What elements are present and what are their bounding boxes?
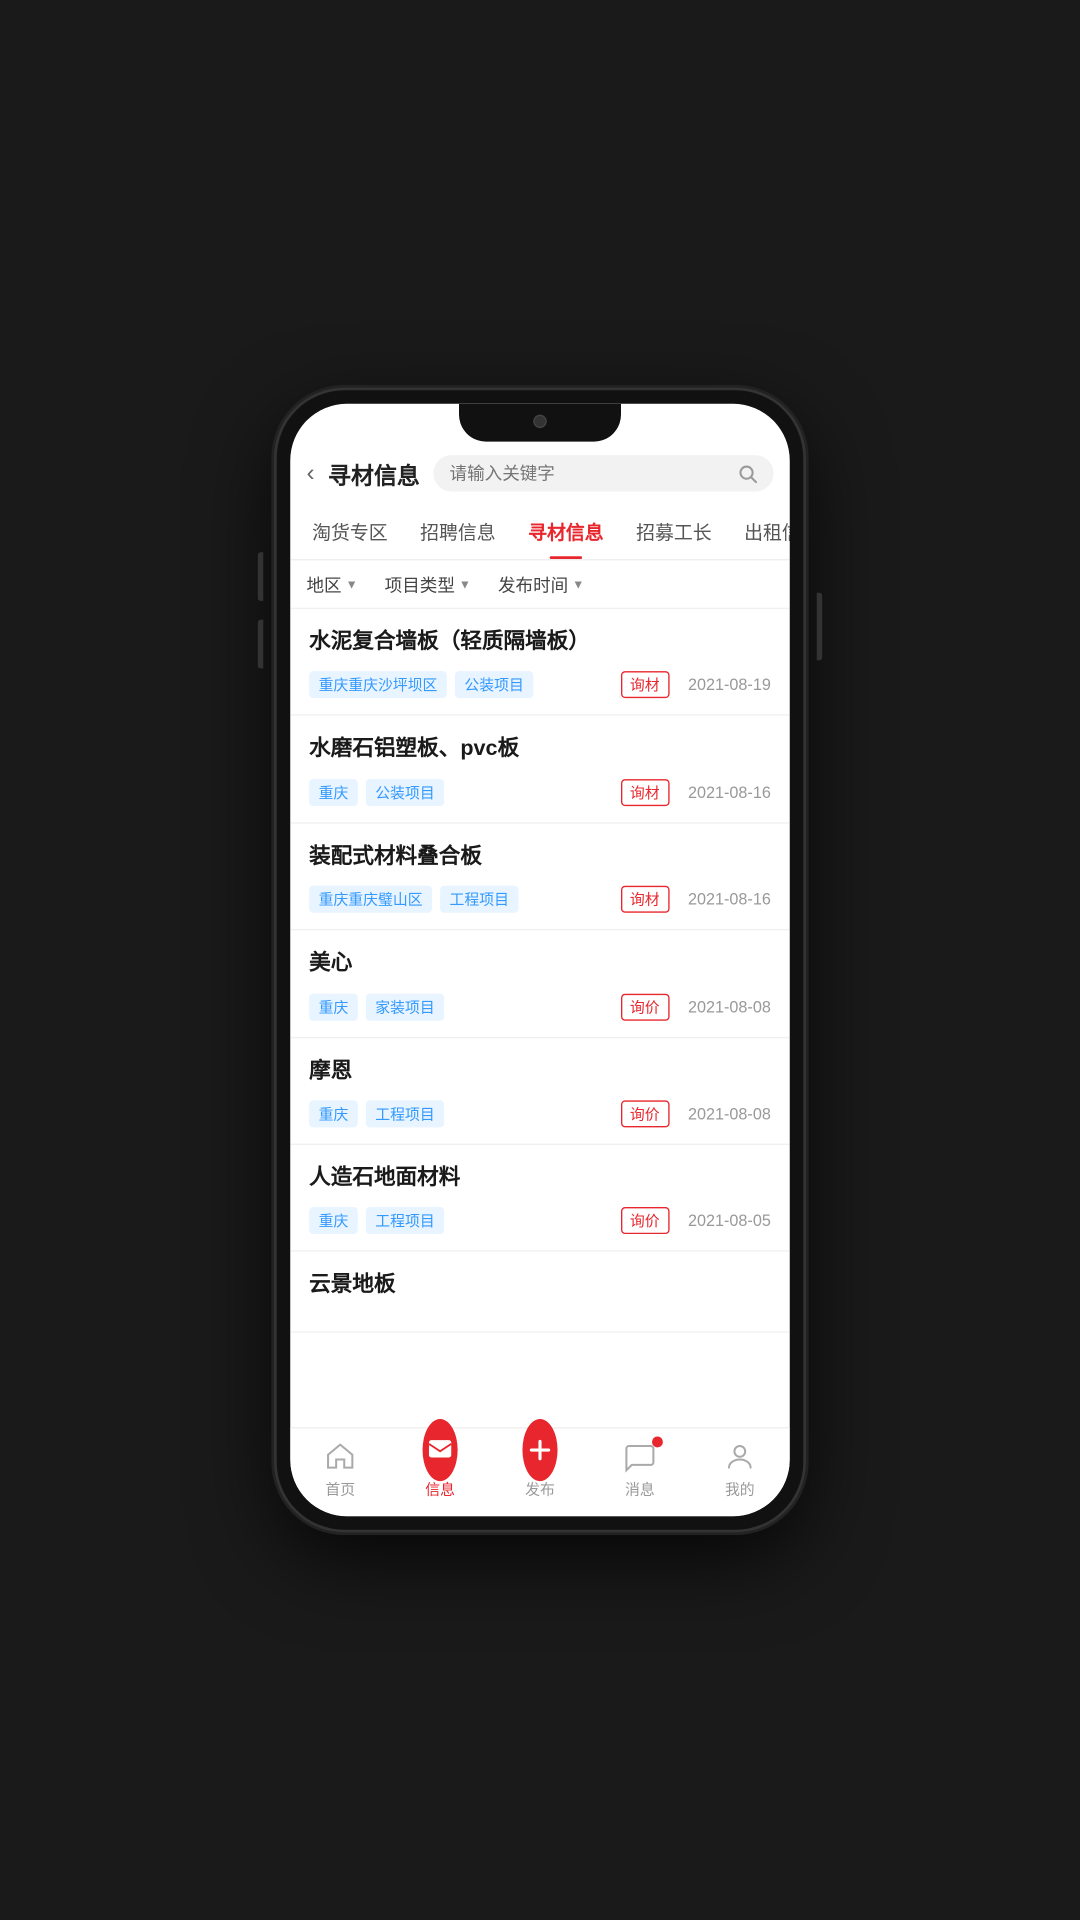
item-meta: 重庆 工程项目 询价 2021-08-05 [309, 1208, 771, 1235]
item-title: 美心 [309, 949, 771, 979]
item-date: 2021-08-16 [688, 890, 771, 909]
tag-type: 家装项目 [366, 993, 444, 1020]
tab-item-xuncaixinxi[interactable]: 寻材信息 [512, 505, 620, 559]
list-item[interactable]: 云景地板 [290, 1252, 790, 1332]
tab-item-chuzuxin[interactable]: 出租信 [728, 505, 790, 559]
item-date: 2021-08-08 [688, 1104, 771, 1123]
status-badge: 询材 [620, 672, 669, 699]
user-icon [722, 1439, 757, 1474]
plus-icon [522, 1439, 557, 1474]
nav-label-info: 信息 [425, 1478, 455, 1500]
tag-location: 重庆重庆璧山区 [309, 886, 432, 913]
tab-item-taohuozhuanqu[interactable]: 淘货专区 [296, 505, 404, 559]
filter-area[interactable]: 地区 ▼ [306, 571, 357, 597]
tag-type: 工程项目 [366, 1208, 444, 1235]
chat-icon [622, 1439, 657, 1474]
item-title: 水磨石铝塑板、pvc板 [309, 735, 771, 765]
nav-item-info[interactable]: 信息 [390, 1439, 490, 1500]
search-bar[interactable] [433, 455, 773, 491]
filter-row: 地区 ▼ 项目类型 ▼ 发布时间 ▼ [290, 560, 790, 609]
list-item[interactable]: 水磨石铝塑板、pvc板 重庆 公装项目 询材 2021-08-16 [290, 716, 790, 823]
status-badge: 询材 [620, 886, 669, 913]
tag-location: 重庆 [309, 993, 358, 1020]
list-container: 水泥复合墙板（轻质隔墙板） 重庆重庆沙坪坝区 公装项目 询材 2021-08-1… [290, 609, 790, 1427]
item-meta: 重庆 家装项目 询价 2021-08-08 [309, 993, 771, 1020]
status-badge: 询材 [620, 779, 669, 806]
nav-item-home[interactable]: 首页 [290, 1439, 390, 1500]
page-title: 寻材信息 [328, 456, 420, 490]
item-date: 2021-08-16 [688, 783, 771, 802]
tag-type: 工程项目 [366, 1100, 444, 1127]
status-badge: 询价 [620, 1100, 669, 1127]
list-item[interactable]: 美心 重庆 家装项目 询价 2021-08-08 [290, 931, 790, 1038]
back-button[interactable]: ‹ [306, 459, 314, 487]
list-item[interactable]: 摩恩 重庆 工程项目 询价 2021-08-08 [290, 1038, 790, 1145]
item-title: 摩恩 [309, 1057, 771, 1087]
nav-item-message[interactable]: 消息 [590, 1439, 690, 1500]
tab-item-zhaomugonzhang[interactable]: 招募工长 [620, 505, 728, 559]
tab-bar: 淘货专区 招聘信息 寻材信息 招募工长 出租信 [290, 505, 790, 560]
notification-badge [652, 1437, 663, 1448]
item-title: 人造石地面材料 [309, 1164, 771, 1194]
tag-location: 重庆 [309, 1100, 358, 1127]
list-item[interactable]: 装配式材料叠合板 重庆重庆璧山区 工程项目 询材 2021-08-16 [290, 823, 790, 930]
tab-item-zhaopinxinxi[interactable]: 招聘信息 [404, 505, 512, 559]
status-badge: 询价 [620, 1208, 669, 1235]
nav-label-mine: 我的 [725, 1478, 755, 1500]
item-date: 2021-08-19 [688, 676, 771, 695]
status-badge: 询价 [620, 993, 669, 1020]
chevron-down-icon: ▼ [572, 577, 584, 591]
tag-location: 重庆 [309, 1208, 358, 1235]
search-input[interactable] [450, 463, 731, 483]
message-icon [423, 1439, 458, 1474]
item-title: 水泥复合墙板（轻质隔墙板） [309, 628, 771, 658]
tag-type: 公装项目 [455, 672, 533, 699]
item-date: 2021-08-05 [688, 1212, 771, 1231]
nav-label-publish: 发布 [525, 1478, 555, 1500]
list-item[interactable]: 水泥复合墙板（轻质隔墙板） 重庆重庆沙坪坝区 公装项目 询材 2021-08-1… [290, 609, 790, 716]
filter-publish-time[interactable]: 发布时间 ▼ [498, 571, 584, 597]
home-icon [323, 1439, 358, 1474]
nav-label-home: 首页 [325, 1478, 355, 1500]
item-date: 2021-08-08 [688, 997, 771, 1016]
list-item[interactable]: 人造石地面材料 重庆 工程项目 询价 2021-08-05 [290, 1145, 790, 1252]
tag-type: 公装项目 [366, 779, 444, 806]
nav-item-mine[interactable]: 我的 [690, 1439, 790, 1500]
chevron-down-icon: ▼ [459, 577, 471, 591]
tag-location: 重庆重庆沙坪坝区 [309, 672, 447, 699]
item-title: 云景地板 [309, 1271, 771, 1301]
chevron-down-icon: ▼ [346, 577, 358, 591]
item-title: 装配式材料叠合板 [309, 842, 771, 872]
nav-item-publish[interactable]: 发布 [490, 1439, 590, 1500]
tag-type: 工程项目 [440, 886, 518, 913]
nav-label-message: 消息 [625, 1478, 655, 1500]
item-meta: 重庆重庆沙坪坝区 公装项目 询材 2021-08-19 [309, 672, 771, 699]
bottom-nav: 首页 信息 [290, 1427, 790, 1516]
filter-project-type[interactable]: 项目类型 ▼ [385, 571, 471, 597]
item-meta: 重庆重庆璧山区 工程项目 询材 2021-08-16 [309, 886, 771, 913]
search-icon [738, 464, 757, 483]
item-meta: 重庆 公装项目 询材 2021-08-16 [309, 779, 771, 806]
header: ‹ 寻材信息 [290, 442, 790, 505]
item-meta: 重庆 工程项目 询价 2021-08-08 [309, 1100, 771, 1127]
tag-location: 重庆 [309, 779, 358, 806]
